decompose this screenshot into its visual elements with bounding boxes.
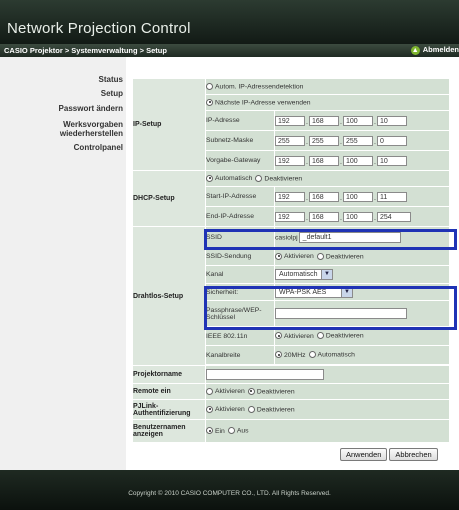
setup-form: IP-Setup Autom. IP-Adressendetektion Näc… <box>132 78 450 443</box>
breadcrumb-bar: CASIO Projektor > Systemverwaltung > Set… <box>0 44 459 57</box>
ip-octet-4[interactable]: 10 <box>377 115 407 126</box>
sidebar: Status Setup Passwort ändern Werksvorgab… <box>0 57 126 470</box>
gw-octet-1[interactable]: 192 <box>275 155 305 166</box>
mask-octet-1[interactable]: 255 <box>275 135 305 146</box>
footer: Copyright © 2010 CASIO COMPUTER CO., LTD… <box>0 470 459 510</box>
username-on-radio[interactable] <box>206 427 213 435</box>
sidebar-item-controlpanel[interactable]: Controlpanel <box>74 143 123 152</box>
ieee-off-radio[interactable] <box>316 332 324 340</box>
ieee-off-label: Deaktivieren <box>325 332 364 340</box>
sidebar-item-password[interactable]: Passwort ändern <box>59 104 123 113</box>
ip-octet-3[interactable]: 100 <box>343 115 373 126</box>
dhcp-start-label: Start-IP-Adresse <box>206 187 274 206</box>
chevron-down-icon: ▼ <box>321 270 332 279</box>
end-octet-2[interactable]: 168 <box>309 211 339 222</box>
ip-next-label: Nächste IP-Adresse verwenden <box>215 99 311 107</box>
projector-name-input[interactable] <box>206 369 324 380</box>
dhcp-end-fields: 192. 168. 100. 254 <box>275 207 449 226</box>
dhcp-start-fields: 192. 168. 100. 11 <box>275 187 449 206</box>
apply-button[interactable]: Anwenden <box>340 448 388 461</box>
pjlink-off-radio[interactable] <box>247 405 255 413</box>
ssid-broadcast-off-label: Deaktivieren <box>325 253 364 261</box>
up-arrow-icon: ▲ <box>410 45 420 55</box>
form-buttons: Anwenden Abbrechen <box>340 448 438 461</box>
gateway-fields: 192. 168. 100. 10 <box>275 151 449 170</box>
wireless-setup-label: Drahtlos-Setup <box>133 227 205 365</box>
pjlink-on-radio[interactable] <box>206 405 213 413</box>
sidebar-item-factory-reset[interactable]: Werksvorgaben wiederherstellen <box>43 120 123 138</box>
breadcrumb: CASIO Projektor > Systemverwaltung > Set… <box>4 46 167 55</box>
ieee-on-radio[interactable] <box>275 332 282 340</box>
channel-value: Automatisch <box>279 271 318 278</box>
start-octet-3[interactable]: 100 <box>343 191 373 202</box>
sidebar-item-status[interactable]: Status <box>99 75 123 84</box>
remote-off-label: Deaktivieren <box>256 388 295 396</box>
copyright-text: Copyright © 2010 CASIO COMPUTER CO., LTD… <box>128 490 331 497</box>
start-octet-4[interactable]: 11 <box>377 191 407 202</box>
username-on-label: Ein <box>215 427 225 435</box>
bandwidth-label: Kanalbreite <box>206 346 274 364</box>
ip-next-radio[interactable] <box>206 98 213 106</box>
mask-octet-2[interactable]: 255 <box>309 135 339 146</box>
pjlink-label: PJLink-Authentifizierung <box>133 400 205 419</box>
bandwidth-auto-radio[interactable] <box>308 351 316 359</box>
remote-on-radio[interactable] <box>206 387 213 395</box>
ip-auto-label: Autom. IP-Adressendetektion <box>215 83 304 91</box>
cancel-button[interactable]: Abbrechen <box>389 448 438 461</box>
gw-octet-2[interactable]: 168 <box>309 155 339 166</box>
bandwidth-auto-label: Automatisch <box>317 351 355 359</box>
show-username-label: Benutzernamen anzeigen <box>133 420 205 442</box>
dhcp-auto-radio[interactable] <box>206 174 213 182</box>
dhcp-setup-label: DHCP-Setup <box>133 171 205 226</box>
end-octet-1[interactable]: 192 <box>275 211 305 222</box>
gw-octet-4[interactable]: 10 <box>377 155 407 166</box>
start-octet-2[interactable]: 168 <box>309 191 339 202</box>
bandwidth-20-radio[interactable] <box>275 351 282 359</box>
ssid-broadcast-off-radio[interactable] <box>316 252 324 260</box>
mask-octet-4[interactable]: 0 <box>377 135 407 146</box>
username-off-radio[interactable] <box>227 427 235 435</box>
start-octet-1[interactable]: 192 <box>275 191 305 202</box>
pjlink-on-label: Aktivieren <box>215 406 245 414</box>
subnet-mask-fields: 255. 255. 255. 0 <box>275 131 449 150</box>
ip-setup-label: IP-Setup <box>133 79 205 170</box>
ip-address-label: IP-Adresse <box>206 111 274 130</box>
projector-name-label: Projektorname <box>133 366 205 383</box>
subnet-mask-label: Subnetz-Maske <box>206 131 274 150</box>
end-octet-3[interactable]: 100 <box>343 211 373 222</box>
ssid-broadcast-label: SSID-Sendung <box>206 248 274 265</box>
ieee-on-label: Aktivieren <box>284 332 314 340</box>
end-octet-4[interactable]: 254 <box>377 211 411 222</box>
ip-address-fields: 192. 168. 100. 10 <box>275 111 449 130</box>
remote-on-label: Aktivieren <box>215 388 245 396</box>
sidebar-item-setup[interactable]: Setup <box>101 89 123 98</box>
dhcp-auto-label: Automatisch <box>215 175 253 183</box>
bandwidth-20-label: 20MHz <box>284 351 306 359</box>
ssid-broadcast-on-radio[interactable] <box>275 252 282 260</box>
channel-select[interactable]: Automatisch ▼ <box>275 269 333 280</box>
security-highlight <box>204 286 457 330</box>
dhcp-end-label: End-IP-Adresse <box>206 207 274 226</box>
logout-button[interactable]: ▲ Abmelden <box>410 45 459 55</box>
dhcp-off-label: Deaktivieren <box>264 175 303 183</box>
ip-octet-2[interactable]: 168 <box>309 115 339 126</box>
ip-octet-1[interactable]: 192 <box>275 115 305 126</box>
remote-label: Remote ein <box>133 384 205 399</box>
username-off-label: Aus <box>236 427 249 435</box>
mask-octet-3[interactable]: 255 <box>343 135 373 146</box>
dhcp-off-radio[interactable] <box>255 174 263 182</box>
ssid-highlight <box>204 229 457 250</box>
app-title: Network Projection Control <box>7 20 191 37</box>
pjlink-off-label: Deaktivieren <box>256 406 295 414</box>
ssid-broadcast-on-label: Aktivieren <box>284 253 314 261</box>
logout-label: Abmelden <box>422 45 459 54</box>
ip-auto-radio[interactable] <box>206 82 213 90</box>
app-header: Network Projection Control <box>0 0 459 44</box>
channel-label: Kanal <box>206 266 274 283</box>
remote-off-radio[interactable] <box>247 387 255 395</box>
gateway-label: Vorgabe-Gateway <box>206 151 274 170</box>
gw-octet-3[interactable]: 100 <box>343 155 373 166</box>
